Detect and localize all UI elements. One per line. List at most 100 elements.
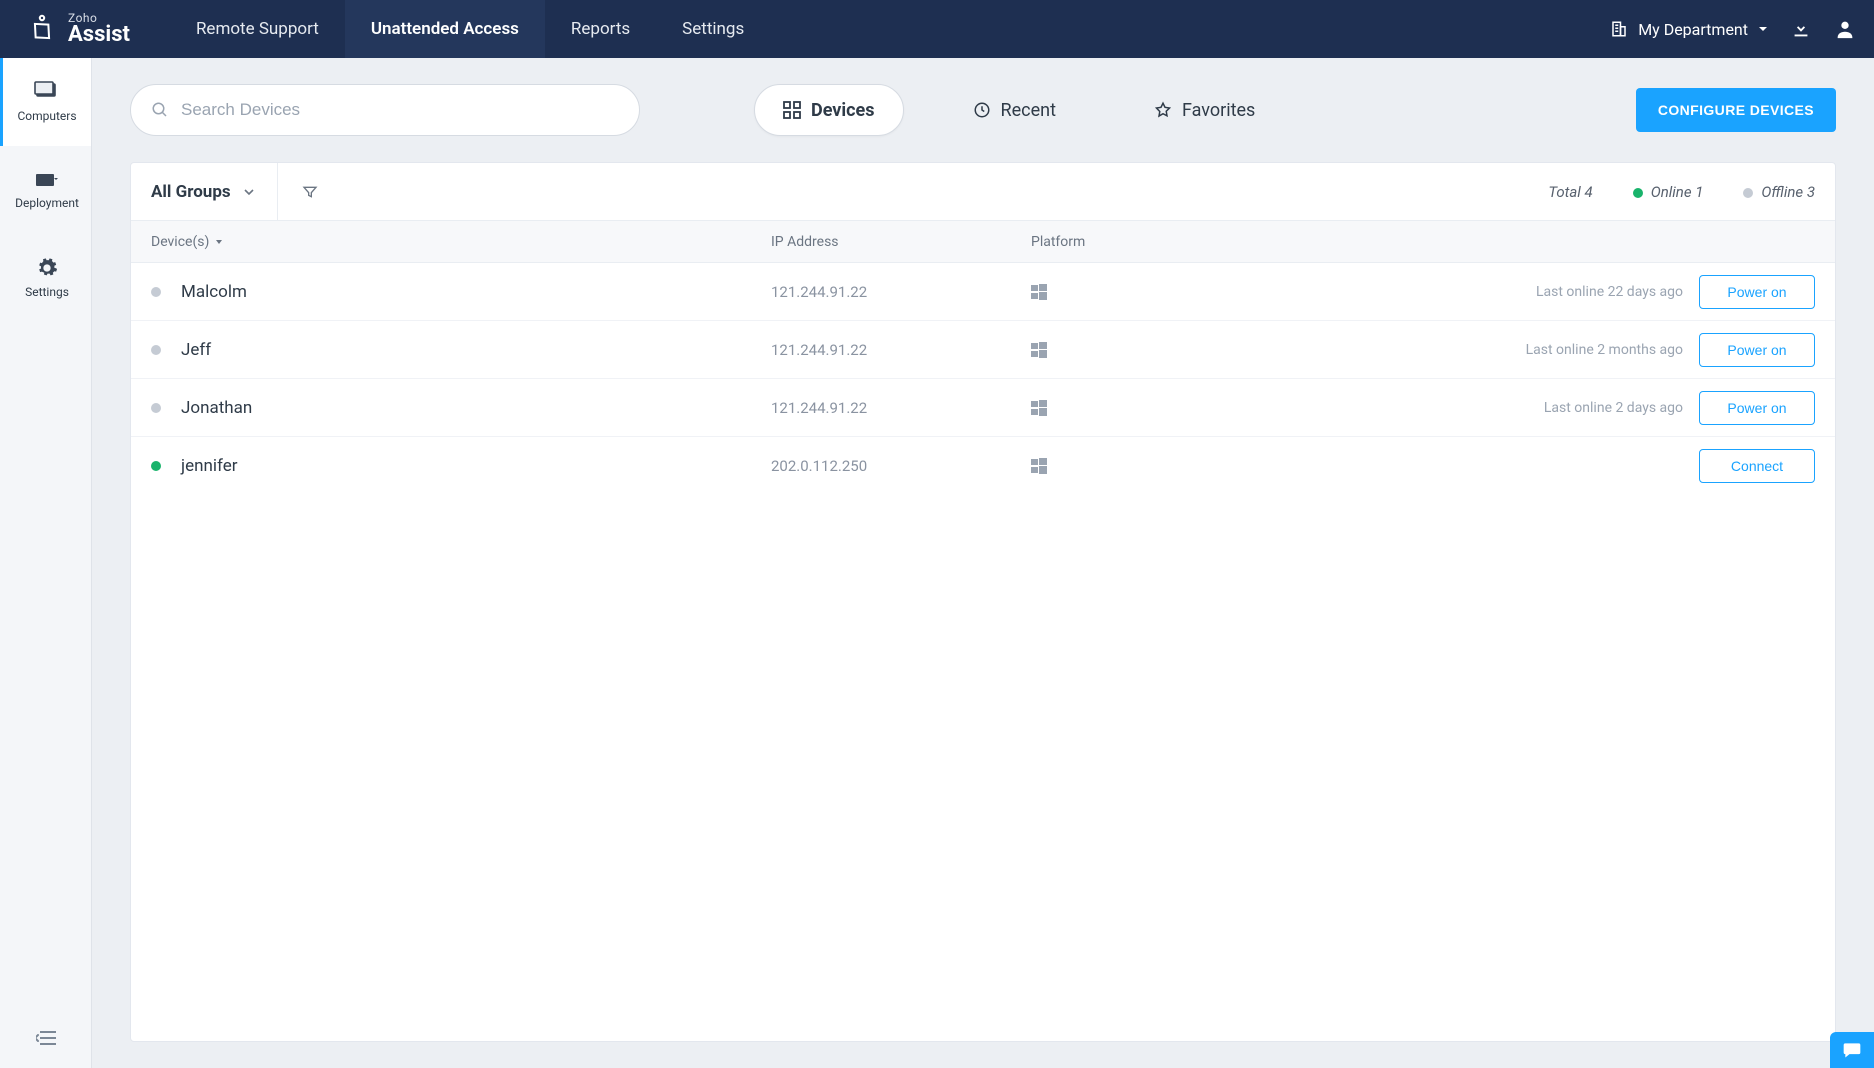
search-box[interactable] [130, 84, 640, 136]
device-action-button[interactable]: Power on [1699, 391, 1815, 425]
stat-online: Online 1 [1633, 183, 1704, 201]
status-dot-icon [151, 345, 161, 355]
device-ip: 121.244.91.22 [771, 283, 1031, 301]
tab-label: Reports [571, 19, 630, 39]
filter-button[interactable] [292, 174, 328, 210]
status-dot-icon [151, 287, 161, 297]
chat-icon [1841, 1040, 1863, 1060]
tab-label: Remote Support [196, 19, 319, 39]
table-head: Device(s) IP Address Platform [131, 221, 1835, 263]
device-ip: 202.0.112.250 [771, 457, 1031, 475]
col-label: Platform [1031, 234, 1085, 250]
tab-label: Unattended Access [371, 19, 519, 39]
device-name: Jonathan [181, 398, 252, 418]
table-row[interactable]: Malcolm 121.244.91.22 Last online 22 days … [131, 263, 1835, 321]
clock-icon [973, 101, 991, 119]
table-row[interactable]: jennifer 202.0.112.250 Connect [131, 437, 1835, 495]
device-status: Last online 2 months ago [1526, 342, 1683, 358]
status-dot-offline-icon [1743, 188, 1753, 198]
sidebar-item-label: Settings [25, 285, 69, 299]
download-icon[interactable] [1790, 18, 1812, 40]
group-label: All Groups [151, 182, 231, 202]
toolbar: Devices Recent Favorites CONFIGURE DEVIC… [130, 84, 1836, 136]
seg-label: Favorites [1182, 100, 1255, 121]
stat-offline: Offline 3 [1743, 183, 1815, 201]
group-selector[interactable]: All Groups [151, 163, 278, 220]
devices-card: All Groups Total 4 Online 1 Offline 3 [130, 162, 1836, 1042]
device-action-button[interactable]: Power on [1699, 275, 1815, 309]
caret-down-icon [1758, 24, 1768, 34]
brand-logo-icon [26, 13, 58, 45]
sidebar-item-computers[interactable]: Computers [0, 58, 91, 146]
department-selector[interactable]: My Department [1610, 20, 1768, 39]
tab-settings[interactable]: Settings [656, 0, 770, 58]
windows-icon [1031, 400, 1047, 416]
sidebar-collapse-button[interactable] [0, 1008, 91, 1068]
seg-label: Recent [1001, 100, 1056, 121]
user-icon[interactable] [1834, 18, 1856, 40]
seg-label: Devices [811, 100, 875, 121]
stats: Total 4 Online 1 Offline 3 [1548, 183, 1815, 201]
sidebar-item-label: Computers [17, 109, 76, 123]
view-switcher: Devices Recent Favorites [754, 84, 1284, 136]
sort-caret-icon [215, 238, 223, 246]
chat-fab[interactable] [1830, 1032, 1874, 1068]
stat-total: Total 4 [1548, 183, 1592, 201]
seg-favorites[interactable]: Favorites [1125, 84, 1284, 136]
tab-label: Settings [682, 19, 744, 39]
device-action-button[interactable]: Power on [1699, 333, 1815, 367]
windows-icon [1031, 284, 1047, 300]
deploy-icon [34, 170, 60, 190]
grid-icon [783, 101, 801, 119]
table-row[interactable]: Jeff 121.244.91.22 Last online 2 months ag… [131, 321, 1835, 379]
table-row[interactable]: Jonathan 121.244.91.22 Last online 2 days … [131, 379, 1835, 437]
sidebar-item-deployment[interactable]: Deployment [0, 146, 91, 234]
filter-icon [302, 184, 318, 200]
stat-offline-label: Offline 3 [1761, 183, 1815, 201]
device-action-button[interactable]: Connect [1699, 449, 1815, 483]
status-dot-online-icon [1633, 188, 1643, 198]
search-input[interactable] [181, 100, 619, 120]
table-body: Malcolm 121.244.91.22 Last online 22 days … [131, 263, 1835, 495]
sidebar-item-settings[interactable]: Settings [0, 234, 91, 322]
monitor-icon [34, 81, 60, 103]
col-platform-header[interactable]: Platform [1031, 234, 1231, 250]
sidebar-item-label: Deployment [15, 196, 79, 210]
col-ip-header[interactable]: IP Address [771, 234, 1031, 250]
device-platform [1031, 458, 1231, 474]
top-nav: Zoho Assist Remote Support Unattended Ac… [0, 0, 1874, 58]
topnav-tabs: Remote Support Unattended Access Reports… [170, 0, 770, 58]
configure-devices-button[interactable]: CONFIGURE DEVICES [1636, 88, 1836, 132]
main-content: Devices Recent Favorites CONFIGURE DEVIC… [92, 58, 1874, 1068]
device-name: jennifer [181, 456, 237, 476]
chevron-down-icon [243, 186, 255, 198]
seg-recent[interactable]: Recent [944, 84, 1085, 136]
device-name: Jeff [181, 340, 211, 360]
building-icon [1610, 20, 1628, 38]
stat-online-label: Online 1 [1651, 183, 1704, 201]
status-dot-icon [151, 461, 161, 471]
device-platform [1031, 284, 1231, 300]
tab-remote-support[interactable]: Remote Support [170, 0, 345, 58]
tab-reports[interactable]: Reports [545, 0, 656, 58]
seg-devices[interactable]: Devices [754, 84, 904, 136]
status-dot-icon [151, 403, 161, 413]
device-platform [1031, 342, 1231, 358]
device-name: Malcolm [181, 282, 247, 302]
device-ip: 121.244.91.22 [771, 341, 1031, 359]
device-platform [1031, 400, 1231, 416]
col-label: IP Address [771, 234, 839, 250]
col-label: Device(s) [151, 234, 209, 250]
search-icon [151, 101, 169, 119]
windows-icon [1031, 458, 1047, 474]
device-status: Last online 2 days ago [1544, 400, 1683, 416]
brand: Zoho Assist [26, 12, 130, 46]
tab-unattended-access[interactable]: Unattended Access [345, 0, 545, 58]
windows-icon [1031, 342, 1047, 358]
device-ip: 121.244.91.22 [771, 399, 1031, 417]
gear-icon [36, 257, 58, 279]
col-device-header[interactable]: Device(s) [151, 234, 771, 250]
sidebar: Computers Deployment Settings [0, 58, 92, 1068]
device-status: Last online 22 days ago [1536, 284, 1683, 300]
card-toolbar: All Groups Total 4 Online 1 Offline 3 [131, 163, 1835, 221]
